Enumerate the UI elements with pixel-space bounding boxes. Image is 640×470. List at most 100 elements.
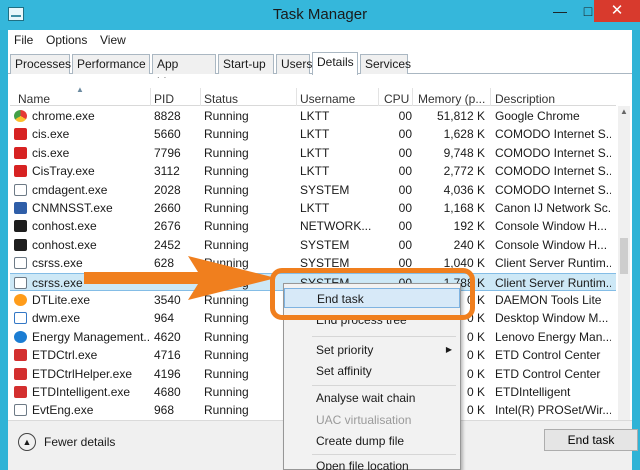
menu-view[interactable]: View — [100, 33, 126, 47]
column-divider[interactable] — [378, 88, 379, 106]
cell-description: Intel(R) PROSet/Wir... — [495, 403, 611, 418]
context-open-file-location[interactable]: Open file location — [284, 456, 460, 470]
etd-icon — [14, 349, 27, 362]
table-row[interactable]: cis.exe 5660 Running LKTT 00 1,628 K COMODO In… — [10, 125, 616, 143]
menu-file[interactable]: File — [14, 33, 33, 47]
cell-name: EvtEng.exe — [32, 403, 94, 418]
tab-details[interactable]: Details — [312, 52, 358, 75]
console-icon — [14, 220, 27, 233]
context-create-dump-file[interactable]: Create dump file — [284, 431, 460, 451]
comodo-icon — [14, 165, 27, 178]
fewer-details-label: Fewer details — [44, 435, 116, 449]
cell-name: cmdagent.exe — [32, 182, 108, 197]
cell-memory: 4,036 K — [443, 182, 485, 197]
context-set-priority[interactable]: Set priority ▶ — [284, 340, 460, 360]
cell-cpu: 00 — [398, 145, 412, 160]
cell-memory: 1,628 K — [443, 127, 485, 142]
cell-username: SYSTEM — [300, 237, 350, 252]
table-row[interactable]: CisTray.exe 3112 Running LKTT 00 2,772 K COMOD… — [10, 162, 616, 180]
cell-pid: 4680 — [154, 385, 181, 399]
end-task-highlight-box — [270, 268, 475, 320]
column-divider[interactable] — [150, 88, 151, 106]
cell-memory: 51,812 K — [436, 109, 485, 123]
cell-name: CisTray.exe — [32, 164, 95, 179]
column-memory[interactable]: Memory (p... — [418, 92, 485, 106]
cell-pid: 2452 — [154, 237, 181, 252]
comodo-icon — [14, 146, 27, 159]
vertical-scrollbar[interactable]: ▲ ▼ — [618, 106, 630, 438]
tab-app-history[interactable]: App history — [152, 54, 216, 89]
pointer-arrow-icon — [84, 256, 276, 300]
cell-description: Client Server Runtim... — [495, 275, 611, 290]
tab-processes[interactable]: Processes — [10, 54, 71, 74]
cell-name: Energy Management... — [32, 329, 150, 344]
title-bar: Task Manager — □ ✕ — [0, 0, 640, 30]
cell-cpu: 00 — [398, 237, 412, 252]
context-uac-virtualisation: UAC virtualisation — [316, 413, 412, 427]
table-row[interactable]: chrome.exe 8828 Running LKTT 00 51,812 K Googl… — [10, 107, 616, 125]
table-row[interactable]: conhost.exe 2676 Running NETWORK... 00 192 K C… — [10, 217, 616, 235]
cell-pid: 7796 — [154, 145, 181, 160]
column-status[interactable]: Status — [204, 92, 238, 106]
cell-pid: 4716 — [154, 348, 181, 363]
column-description[interactable]: Description — [495, 92, 555, 106]
cell-cpu: 00 — [398, 127, 412, 142]
cell-pid: 4620 — [154, 329, 181, 344]
context-analyse-wait-chain[interactable]: Analyse wait chain — [284, 388, 460, 408]
close-button[interactable]: ✕ — [594, 0, 640, 22]
cell-cpu: 00 — [398, 109, 412, 123]
table-row[interactable]: cmdagent.exe 2028 Running SYSTEM 00 4,036 K CO… — [10, 181, 616, 199]
column-divider[interactable] — [296, 88, 297, 106]
column-cpu[interactable]: CPU — [384, 92, 409, 106]
minimize-button[interactable]: — — [546, 0, 574, 22]
etd-icon — [14, 386, 27, 398]
chrome-icon — [14, 110, 27, 122]
cell-status: Running — [204, 403, 249, 418]
column-divider[interactable] — [490, 88, 491, 106]
cell-status: Running — [204, 145, 249, 160]
menu-bar: File Options View — [8, 30, 632, 50]
cell-username: NETWORK... — [300, 219, 372, 234]
column-divider[interactable] — [412, 88, 413, 106]
cell-pid: 2028 — [154, 182, 181, 197]
cell-cpu: 00 — [398, 201, 412, 215]
table-header: ▲ Name PID Status Username CPU Memory (p… — [10, 78, 616, 106]
menu-options[interactable]: Options — [46, 33, 87, 47]
context-set-priority-label: Set priority — [316, 343, 374, 357]
column-name[interactable]: Name — [18, 92, 50, 106]
column-pid[interactable]: PID — [154, 92, 174, 106]
cell-description: Google Chrome — [495, 109, 580, 123]
cell-pid: 2676 — [154, 219, 181, 234]
end-task-button[interactable]: End task — [544, 429, 638, 451]
cell-memory: 1,168 K — [443, 201, 485, 215]
context-set-affinity[interactable]: Set affinity — [284, 361, 460, 381]
tab-services[interactable]: Services — [360, 54, 411, 74]
cell-name: ETDCtrlHelper.exe — [32, 366, 133, 381]
column-username[interactable]: Username — [300, 92, 355, 106]
cell-pid: 8828 — [154, 109, 181, 123]
cell-description: Console Window H... — [495, 219, 608, 234]
cell-status: Running — [204, 237, 249, 252]
cell-memory: 240 K — [453, 237, 485, 252]
scroll-up-icon[interactable]: ▲ — [618, 106, 630, 118]
cell-status: Running — [204, 366, 249, 381]
tab-users[interactable]: Users — [276, 54, 312, 74]
etd-icon — [14, 367, 27, 380]
cell-name: ETDCtrl.exe — [32, 348, 98, 363]
cell-status: Running — [204, 385, 249, 399]
scrollbar-thumb[interactable] — [620, 238, 628, 274]
table-row[interactable]: cis.exe 7796 Running LKTT 00 9,748 K COMODO In… — [10, 144, 616, 162]
table-row[interactable]: CNMNSST.exe 2660 Running LKTT 00 1,168 K Canon… — [10, 199, 616, 217]
fewer-details-button[interactable]: ▲ Fewer details — [18, 433, 115, 451]
cell-cpu: 00 — [398, 182, 412, 197]
console-icon — [14, 238, 27, 251]
column-divider[interactable] — [200, 88, 201, 106]
cell-name: CNMNSST.exe — [32, 201, 113, 215]
cell-name: cis.exe — [32, 145, 70, 160]
cell-name: dwm.exe — [32, 311, 81, 326]
tab-start-up[interactable]: Start-up — [218, 54, 274, 74]
tab-performance[interactable]: Performance — [72, 54, 150, 74]
cell-status: Running — [204, 201, 249, 215]
cell-description: Lenovo Energy Man... — [495, 329, 611, 344]
cell-status: Running — [204, 127, 249, 142]
